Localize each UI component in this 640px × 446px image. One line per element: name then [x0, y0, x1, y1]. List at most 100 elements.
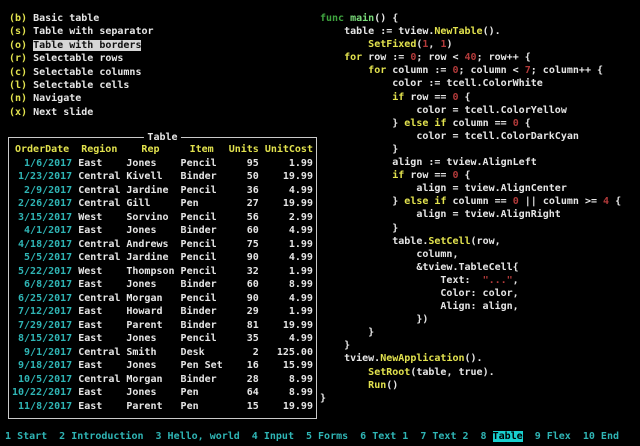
menu-item-table-with-separator[interactable]: (s) Table with separator	[9, 25, 154, 38]
table-cell: 36	[229, 184, 259, 198]
code-line: color = tcell.ColorYellow	[320, 104, 621, 117]
code-line: }	[320, 326, 621, 339]
table-cell: 5/5/2017	[12, 251, 72, 265]
table-cell: 8/15/2017	[12, 332, 72, 346]
table-cell: 8.99	[265, 373, 313, 387]
statusbar-slide-6[interactable]: 6 Text 1	[360, 431, 408, 442]
table-cell: Pencil	[181, 211, 223, 225]
table-cell: Howard	[126, 305, 174, 319]
table-cell: Pencil	[181, 184, 223, 198]
menu-item-basic-table[interactable]: (b) Basic table	[9, 12, 154, 25]
code-text: tview.	[320, 353, 380, 364]
code-text: {	[459, 170, 471, 181]
table-cell: Thompson	[126, 265, 174, 279]
table-cell: East	[78, 332, 120, 346]
table-cell: Gill	[126, 197, 174, 211]
code-text: table := tview.	[320, 26, 434, 37]
code-text: }	[320, 393, 326, 404]
table-cell: 19.99	[265, 400, 313, 414]
code-text	[320, 380, 368, 391]
table-cell: East	[78, 224, 120, 238]
statusbar-slide-label: Introduction	[71, 431, 143, 442]
code-text: Align: align,	[320, 301, 519, 312]
code-line: align = tview.AlignCenter	[320, 182, 621, 195]
table-cell: 5/22/2017	[12, 265, 72, 279]
table-cell: Jones	[126, 386, 174, 400]
menu-item-shortcut: (l)	[9, 80, 27, 91]
table-cell: Parent	[126, 400, 174, 414]
code-line: Color: color,	[320, 287, 621, 300]
table-cell: Central	[78, 251, 120, 265]
menu-item-navigate[interactable]: (n) Navigate	[9, 92, 154, 105]
statusbar-slide-3[interactable]: 3 Hello, world	[155, 431, 239, 442]
code-text: color = tcell.ColorYellow	[320, 105, 567, 116]
code-text: {	[609, 196, 621, 207]
statusbar-slide-9[interactable]: 9 Flex	[535, 431, 571, 442]
table-row: 5/22/2017WestThompsonPencil321.99	[9, 265, 316, 279]
table-cell: 56	[229, 211, 259, 225]
code-line: Align: align,	[320, 300, 621, 313]
code-line: } else if column == 0 {	[320, 117, 621, 130]
statusbar-slide-label: Hello, world	[168, 431, 240, 442]
code-text: color = tcell.ColorDarkCyan	[320, 131, 579, 142]
statusbar-slide-2[interactable]: 2 Introduction	[59, 431, 143, 442]
code-token-y: SetRoot	[368, 367, 410, 378]
table-cell: Morgan	[126, 292, 174, 306]
table-cell: West	[78, 211, 120, 225]
code-text: &tview.TableCell{	[320, 262, 519, 273]
statusbar-slide-7[interactable]: 7 Text 2	[420, 431, 468, 442]
table-row: 4/18/2017CentralAndrewsPencil751.99	[9, 238, 316, 252]
code-text: }	[320, 144, 398, 155]
menu-item-shortcut: (c)	[9, 67, 27, 78]
table-cell: 6/8/2017	[12, 278, 72, 292]
table-cell: East	[78, 278, 120, 292]
menu-item-label: Navigate	[33, 93, 81, 104]
statusbar-slide-10[interactable]: 10 End	[583, 431, 619, 442]
menu-item-selectable-columns[interactable]: (c) Selectable columns	[9, 66, 154, 79]
menu-item-table-with-borders[interactable]: (o) Table with borders	[9, 39, 154, 52]
statusbar-slide-label: Text 2	[432, 431, 468, 442]
code-text: }	[320, 118, 404, 129]
table-cell: Binder	[181, 170, 223, 184]
code-token-y: Run	[368, 380, 386, 391]
table-row: 5/5/2017CentralJardinePencil904.99	[9, 251, 316, 265]
statusbar-slide-number: 9	[535, 431, 541, 442]
table-cell: 3/15/2017	[12, 211, 72, 225]
statusbar-slide-4[interactable]: 4 Input	[252, 431, 294, 442]
code-text: }	[320, 196, 404, 207]
code-text: ().	[465, 353, 483, 364]
table-cell: 81	[229, 319, 259, 333]
menu-item-shortcut: (b)	[9, 13, 27, 24]
statusbar-slide-5[interactable]: 5 Forms	[306, 431, 348, 442]
code-line: }	[320, 143, 621, 156]
table-cell: 6/25/2017	[12, 292, 72, 306]
table-cell: 27	[229, 197, 259, 211]
status-bar: 1 Start 2 Introduction 3 Hello, world 4 Inp…	[0, 428, 640, 446]
table-cell: Morgan	[126, 373, 174, 387]
table-cell: Pencil	[181, 238, 223, 252]
code-line: SetRoot(table, true).	[320, 366, 621, 379]
code-line: table.SetCell(row,	[320, 235, 621, 248]
table-cell: Jones	[126, 278, 174, 292]
statusbar-slide-8[interactable]: 8 Table	[481, 431, 523, 442]
statusbar-slide-number: 6	[360, 431, 366, 442]
menu-item-selectable-cells[interactable]: (l) Selectable cells	[9, 79, 154, 92]
code-text: (table, true).	[410, 367, 494, 378]
table-cell: East	[78, 305, 120, 319]
code-text: {	[459, 92, 471, 103]
statusbar-slide-label: Flex	[547, 431, 571, 442]
statusbar-slide-1[interactable]: 1 Start	[5, 431, 47, 442]
table-cell: 19.99	[265, 319, 313, 333]
code-text: column :=	[386, 65, 452, 76]
table-cell: Desk	[181, 346, 223, 360]
statusbar-slide-label: Text 1	[372, 431, 408, 442]
code-text: ; row++ {	[477, 52, 531, 63]
table-cell: Binder	[181, 278, 223, 292]
menu-item-selectable-rows[interactable]: (r) Selectable rows	[9, 52, 154, 65]
code-line: table := tview.NewTable().	[320, 25, 621, 38]
code-text: ,	[513, 275, 519, 286]
statusbar-slide-number: 4	[252, 431, 258, 442]
menu-item-next-slide[interactable]: (x) Next slide	[9, 106, 154, 119]
table-cell: 9/18/2017	[12, 359, 72, 373]
menu-item-label: Selectable columns	[33, 67, 141, 78]
